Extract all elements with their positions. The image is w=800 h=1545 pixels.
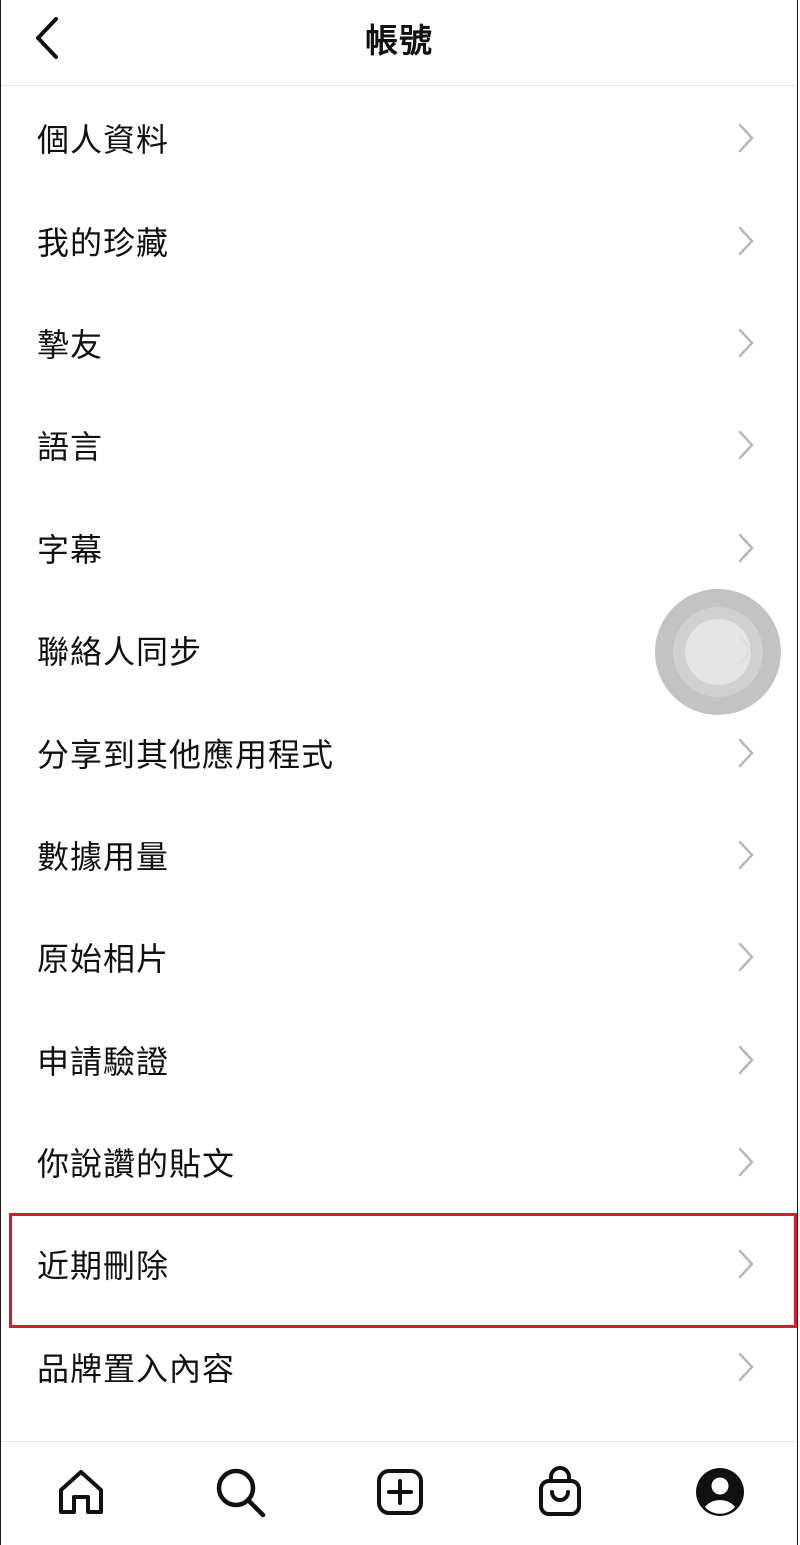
menu-item-data-usage[interactable]: 數據用量: [1, 804, 797, 906]
add-post-icon: [377, 1469, 423, 1515]
home-icon: [59, 1470, 103, 1514]
bottom-tab-bar: [1, 1441, 797, 1545]
tab-create[interactable]: [370, 1462, 430, 1522]
menu-item-request-verification[interactable]: 申請驗證: [1, 1009, 797, 1111]
chevron-right-icon: [738, 1045, 754, 1074]
tab-profile[interactable]: [690, 1462, 750, 1522]
menu-item-label: 你說讚的貼文: [37, 1145, 236, 1184]
chevron-right-icon: [738, 226, 754, 255]
chevron-right-icon: [738, 1147, 754, 1177]
chevron-right-icon: [738, 1250, 754, 1279]
menu-item-liked-posts[interactable]: 你說讚的貼文: [1, 1111, 797, 1213]
menu-item-label: 字幕: [37, 530, 104, 569]
menu-item-label: 分享到其他應用程式: [37, 735, 335, 774]
assistive-touch-button[interactable]: [655, 589, 781, 715]
screen: 帳號 個人資料 我的珍藏 摯友 語言 字幕 聯絡人同步 分享到其他應用程式 數據…: [0, 0, 798, 1545]
menu-item-captions[interactable]: 字幕: [1, 497, 797, 599]
menu-item-label: 我的珍藏: [37, 223, 170, 262]
assistive-touch-center: [685, 619, 751, 685]
chevron-right-icon: [738, 738, 754, 767]
menu-item-label: 語言: [37, 428, 104, 467]
menu-item-share-to-apps[interactable]: 分享到其他應用程式: [1, 701, 797, 803]
chevron-right-icon: [738, 328, 754, 358]
menu-item-label: 品牌置入內容: [37, 1349, 236, 1388]
chevron-right-icon: [738, 840, 754, 870]
menu-item-original-photos[interactable]: 原始相片: [1, 906, 797, 1008]
menu-item-close-friends[interactable]: 摯友: [1, 292, 797, 394]
menu-item-saved[interactable]: 我的珍藏: [1, 189, 797, 291]
menu-item-label: 摯友: [37, 325, 104, 364]
menu-item-label: 個人資料: [37, 121, 170, 160]
menu-item-recently-deleted[interactable]: 近期刪除: [1, 1213, 797, 1315]
chevron-right-icon: [738, 1352, 754, 1382]
chevron-right-icon: [738, 943, 754, 972]
menu-item-profile[interactable]: 個人資料: [1, 87, 797, 189]
menu-item-label: 數據用量: [37, 837, 170, 876]
page-title: 帳號: [365, 21, 433, 60]
chevron-right-icon: [738, 431, 754, 460]
chevron-right-icon: [738, 533, 754, 562]
menu-item-label: 聯絡人同步: [37, 633, 203, 672]
menu-item-label: 申請驗證: [37, 1042, 170, 1081]
shopping-bag-icon: [539, 1466, 581, 1516]
menu-item-branded-content[interactable]: 品牌置入內容: [1, 1316, 797, 1418]
tab-shop[interactable]: [530, 1462, 590, 1522]
chevron-right-icon: [738, 123, 754, 153]
search-icon: [216, 1468, 266, 1518]
menu-item-label: 近期刪除: [37, 1247, 170, 1286]
top-bar: 帳號: [1, 0, 797, 86]
menu-item-label: 原始相片: [37, 940, 170, 979]
profile-icon: [696, 1468, 744, 1516]
assistive-touch-ring: [673, 607, 763, 697]
tab-home[interactable]: [51, 1462, 111, 1522]
menu-item-language[interactable]: 語言: [1, 394, 797, 496]
settings-list: 個人資料 我的珍藏 摯友 語言 字幕 聯絡人同步 分享到其他應用程式 數據用量: [1, 87, 797, 1418]
tab-search[interactable]: [210, 1462, 270, 1522]
